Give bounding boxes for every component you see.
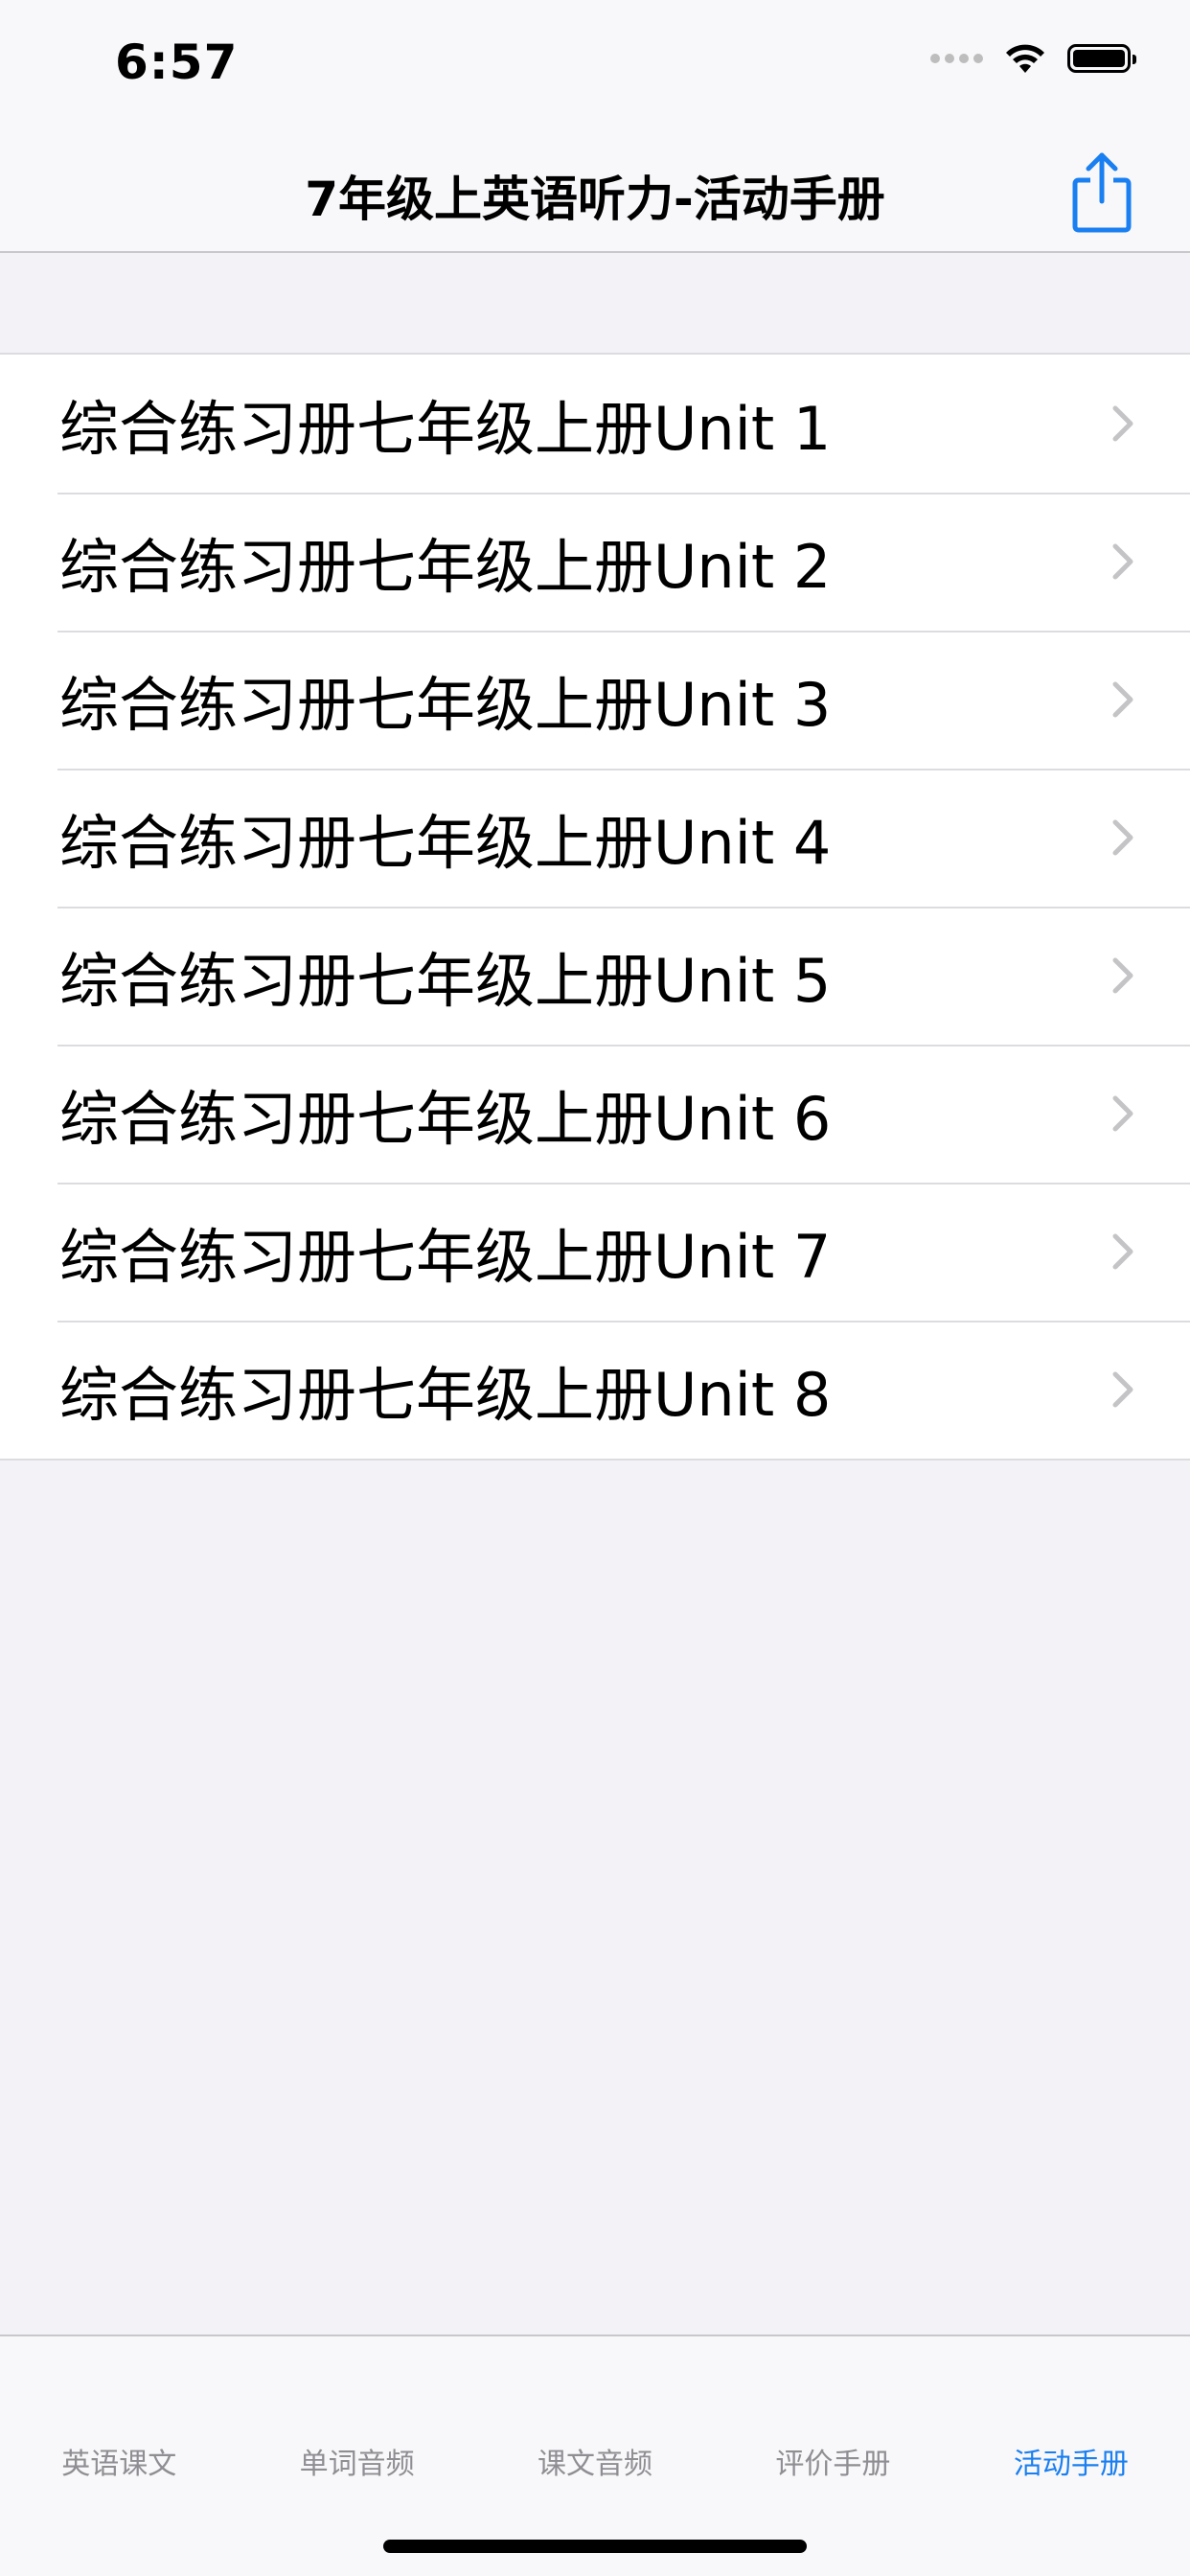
list-item-unit-1[interactable]: 综合练习册七年级上册Unit 1 [0, 355, 1190, 493]
list-item-label: 综合练习册七年级上册Unit 1 [59, 394, 832, 464]
tab-word-audio[interactable]: 单词音频 [238, 2440, 475, 2482]
chevron-right-icon [1112, 957, 1133, 994]
list-item-unit-7[interactable]: 综合练习册七年级上册Unit 7 [0, 1183, 1190, 1321]
chevron-right-icon [1112, 681, 1133, 718]
list-item-unit-5[interactable]: 综合练习册七年级上册Unit 5 [0, 907, 1190, 1045]
wifi-icon [1006, 44, 1044, 73]
battery-icon [1067, 44, 1136, 73]
list-item-label: 综合练习册七年级上册Unit 8 [59, 1360, 832, 1430]
chevron-right-icon [1112, 819, 1133, 856]
chevron-right-icon [1112, 1371, 1133, 1408]
list-item-label: 综合练习册七年级上册Unit 2 [59, 532, 832, 602]
list-item-unit-3[interactable]: 综合练习册七年级上册Unit 3 [0, 631, 1190, 769]
home-indicator[interactable] [383, 2540, 807, 2553]
tab-activity-handbook[interactable]: 活动手册 [952, 2440, 1190, 2482]
list-item-label: 综合练习册七年级上册Unit 4 [59, 808, 832, 878]
chevron-right-icon [1112, 405, 1133, 442]
tab-english-text[interactable]: 英语课文 [0, 2440, 238, 2482]
list-item-unit-2[interactable]: 综合练习册七年级上册Unit 2 [0, 493, 1190, 631]
list-item-label: 综合练习册七年级上册Unit 5 [59, 946, 832, 1016]
chevron-right-icon [1112, 1233, 1133, 1270]
tab-evaluation-handbook[interactable]: 评价手册 [714, 2440, 951, 2482]
list-item-label: 综合练习册七年级上册Unit 6 [59, 1084, 832, 1154]
chevron-right-icon [1112, 543, 1133, 580]
tab-bar: 英语课文 单词音频 课文音频 评价手册 活动手册 [0, 2334, 1190, 2576]
page-title: 7年级上英语听力-活动手册 [305, 172, 885, 227]
status-time: 6:57 [115, 34, 239, 90]
chevron-right-icon [1112, 1095, 1133, 1132]
list-item-unit-4[interactable]: 综合练习册七年级上册Unit 4 [0, 769, 1190, 907]
cellular-signal-icon [930, 54, 983, 63]
list-item-unit-8[interactable]: 综合练习册七年级上册Unit 8 [0, 1321, 1190, 1459]
tab-text-audio[interactable]: 课文音频 [476, 2440, 714, 2482]
list-item-unit-6[interactable]: 综合练习册七年级上册Unit 6 [0, 1045, 1190, 1183]
navigation-bar: 7年级上英语听力-活动手册 [0, 134, 1190, 253]
status-bar: 6:57 [0, 0, 1190, 134]
unit-list: 综合练习册七年级上册Unit 1 综合练习册七年级上册Unit 2 综合练习册七… [0, 353, 1190, 1460]
list-item-label: 综合练习册七年级上册Unit 3 [59, 670, 832, 740]
share-icon[interactable] [1064, 150, 1140, 236]
list-item-label: 综合练习册七年级上册Unit 7 [59, 1222, 832, 1292]
status-icons [930, 42, 1136, 75]
